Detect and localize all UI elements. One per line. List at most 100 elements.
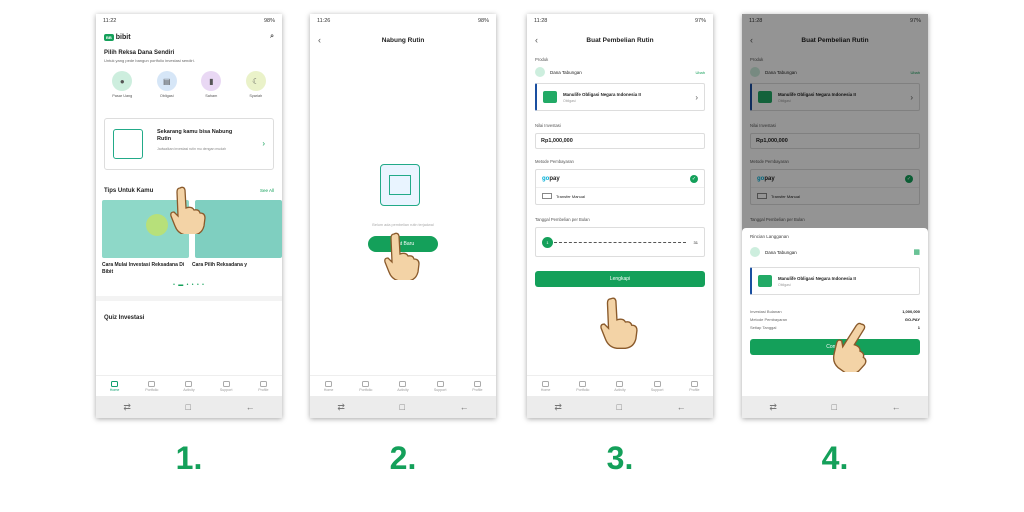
fund-type: Obligasi: [563, 98, 576, 103]
pointing-hand-icon: [832, 322, 867, 372]
tab-label: Portfolio: [359, 387, 373, 392]
ubah-link[interactable]: Ubah: [695, 70, 705, 75]
back-icon[interactable]: ←: [892, 402, 901, 412]
nabung-rutin-card[interactable]: Sekarang kamu bisa Nabung Rutin Jadwalka…: [104, 118, 274, 170]
tanggal-label: Tanggal Pembelian per Bulan: [535, 217, 590, 222]
transfer-option[interactable]: Transfer Manual: [536, 187, 704, 204]
tab-home[interactable]: Home: [531, 380, 561, 392]
summary-value: 1: [917, 324, 920, 330]
calendar-illustration-icon: [380, 164, 420, 206]
card-title: Sekarang kamu bisa Nabung Rutin: [157, 129, 233, 142]
chevron-right-icon: ›: [262, 139, 265, 148]
back-icon[interactable]: ←: [677, 402, 686, 412]
back-icon[interactable]: ←: [460, 402, 469, 412]
category-obligasi[interactable]: ▤ Obligasi: [156, 71, 177, 98]
category-label: Syariah: [249, 94, 263, 98]
tab-profile[interactable]: Profile: [462, 380, 492, 392]
home-button-icon[interactable]: □: [400, 402, 405, 412]
recents-icon[interactable]: ⇄: [769, 402, 777, 413]
candle-icon: ▮: [201, 71, 222, 91]
tab-activity[interactable]: Activity: [174, 380, 204, 392]
tab-activity[interactable]: Activity: [605, 380, 635, 392]
tab-label: Home: [323, 387, 334, 392]
check-icon: ✓: [690, 174, 698, 183]
sheet-produk-row: Dana Tabungan ▦: [742, 245, 928, 259]
pointing-hand-icon: [384, 232, 420, 280]
tab-support[interactable]: Support: [211, 380, 241, 392]
home-button-icon[interactable]: □: [186, 402, 191, 412]
back-arrow-icon[interactable]: ‹: [535, 35, 538, 45]
tab-label: Profile: [689, 387, 700, 392]
gopay-option[interactable]: gopay ✓: [536, 170, 704, 187]
tip-image[interactable]: [195, 200, 282, 258]
tab-activity[interactable]: Activity: [388, 380, 418, 392]
tab-portfolio[interactable]: Portfolio: [137, 380, 167, 392]
lengkapi-button[interactable]: Lengkapi: [535, 271, 705, 287]
step-number: 2.: [389, 440, 417, 476]
category-syariah[interactable]: ☾ Syariah: [245, 71, 266, 98]
bottom-tab-bar: Home Portfolio Activity Support Profile: [96, 375, 282, 396]
pointing-hand-icon: [170, 186, 206, 234]
status-time: 11:22: [103, 18, 117, 24]
back-icon[interactable]: ←: [246, 402, 255, 412]
pie-icon: [362, 380, 370, 387]
recents-icon[interactable]: ⇄: [337, 402, 345, 413]
tab-label: Home: [109, 387, 120, 392]
tab-home[interactable]: Home: [314, 380, 344, 392]
battery-text: 98%: [263, 18, 275, 24]
android-nav-bar: ⇄ □ ←: [96, 396, 282, 418]
fund-card[interactable]: Manulife Obligasi Negara Indonesia II Ob…: [535, 83, 705, 111]
date-slider[interactable]: 1 31: [535, 227, 705, 257]
swap-icon: [399, 380, 407, 387]
transfer-label: Transfer Manual: [556, 193, 585, 199]
tab-label: Profile: [258, 387, 269, 392]
step-number: 4.: [821, 440, 849, 476]
tab-support[interactable]: Support: [425, 380, 455, 392]
summary-key: Investasi Bulanan: [750, 308, 782, 314]
bibit-logo: BB: [104, 33, 114, 41]
tab-home[interactable]: Home: [100, 380, 130, 392]
status-bar: 11:22 98%: [96, 14, 282, 28]
quiz-title: Quiz Investasi: [96, 296, 282, 335]
tab-profile[interactable]: Profile: [679, 380, 709, 392]
gopay-pay: pay: [549, 175, 560, 182]
sheet-header: Rincian Langganan: [742, 228, 928, 245]
phone-screen-nabung-rutin: 11:26 98% ‹ Nabung Rutin Belum ada pembe…: [310, 14, 496, 418]
crescent-icon: ☾: [245, 71, 266, 91]
tips-title: Tips Untuk Kamu: [104, 188, 154, 194]
pie-icon: [579, 380, 587, 387]
status-time: 11:26: [317, 18, 331, 24]
search-icon[interactable]: ⌕: [270, 33, 274, 41]
battery-text: 98%: [477, 18, 489, 24]
tab-portfolio[interactable]: Portfolio: [568, 380, 598, 392]
page-title: Buat Pembelian Rutin: [586, 36, 654, 44]
recents-icon[interactable]: ⇄: [554, 402, 562, 413]
recents-icon[interactable]: ⇄: [123, 402, 131, 413]
tab-portfolio[interactable]: Portfolio: [351, 380, 381, 392]
slider-knob[interactable]: 1: [542, 237, 553, 248]
category-label: Saham: [205, 94, 218, 98]
tab-profile[interactable]: Profile: [248, 380, 278, 392]
status-bar: 11:26 98%: [310, 14, 496, 28]
pointing-hand-icon: [600, 297, 638, 349]
see-all-link[interactable]: See All: [260, 188, 274, 194]
produk-row: Dana Tabungan Ubah: [527, 65, 713, 79]
chat-icon: [222, 380, 230, 387]
manulife-logo-icon: [543, 91, 557, 103]
user-icon: [259, 380, 267, 387]
nilai-label: Nilai Investasi: [535, 123, 561, 128]
home-button-icon[interactable]: □: [617, 402, 622, 412]
calendar-icon: ▦: [913, 249, 920, 256]
category-pasar-uang[interactable]: ● Pasar Uang: [112, 71, 132, 98]
tab-label: Home: [540, 387, 551, 392]
tab-label: Profile: [472, 387, 483, 392]
home-button-icon[interactable]: □: [832, 402, 837, 412]
back-arrow-icon[interactable]: ‹: [318, 35, 321, 45]
nilai-input[interactable]: Rp1,000,000: [535, 133, 705, 149]
tab-label: Activity: [183, 387, 195, 392]
category-saham[interactable]: ▮ Saham: [201, 71, 222, 98]
tab-support[interactable]: Support: [642, 380, 672, 392]
android-nav-bar: ⇄ □ ←: [742, 396, 928, 418]
user-icon: [473, 380, 481, 387]
swap-icon: [185, 380, 193, 387]
